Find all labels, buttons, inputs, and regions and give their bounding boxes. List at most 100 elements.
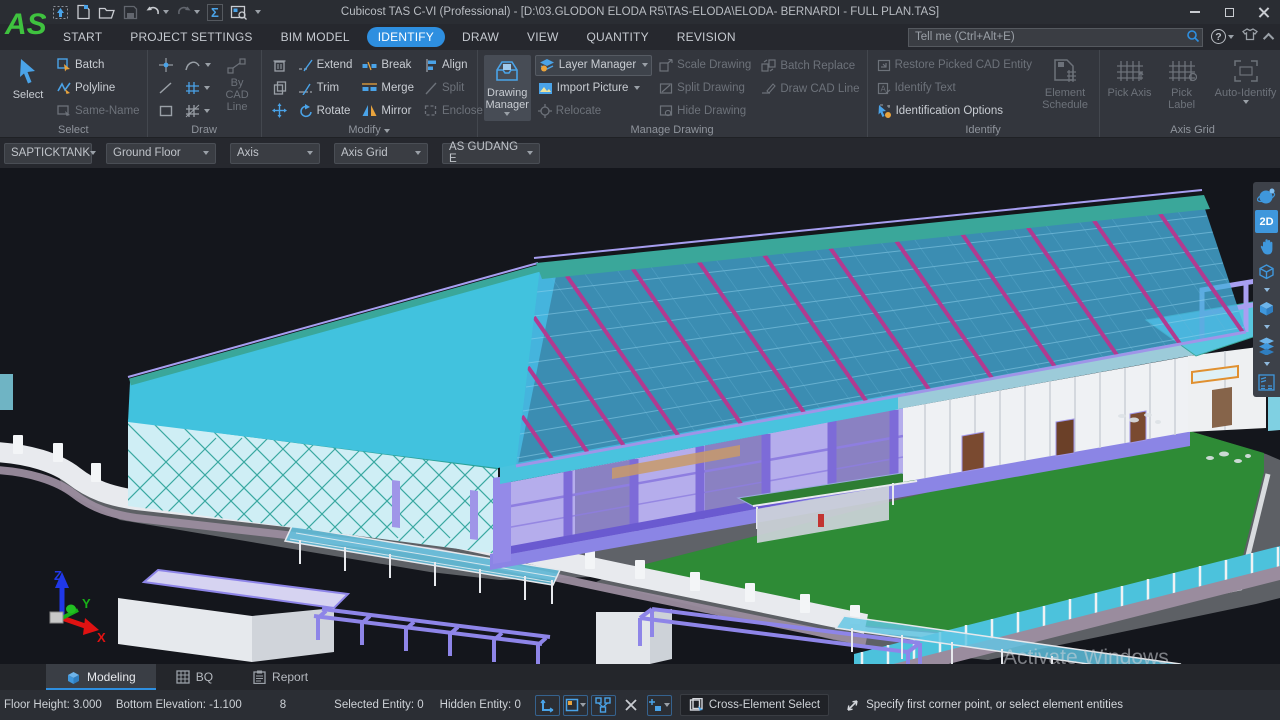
relocate-button[interactable]: Relocate	[535, 100, 652, 121]
tab-identify[interactable]: IDENTIFY	[367, 27, 445, 47]
ortho-icon[interactable]	[563, 695, 588, 716]
pan-hand-icon[interactable]	[1255, 235, 1278, 258]
orbit-icon[interactable]	[1255, 185, 1278, 208]
mirror-button[interactable]: Mirror	[359, 100, 417, 121]
tab-modeling[interactable]: Modeling	[46, 664, 156, 690]
wireframe-cube-icon[interactable]	[1255, 260, 1278, 283]
dropdown-axis-name[interactable]: AS GUDANG E	[442, 143, 540, 164]
batch-replace-button[interactable]: Batch Replace	[758, 55, 862, 76]
identify-text-button[interactable]: A Identify Text	[874, 78, 1032, 99]
tab-bim-model[interactable]: BIM MODEL	[270, 27, 361, 47]
collapse-ribbon-icon[interactable]	[1263, 32, 1274, 43]
draw-arc-icon[interactable]	[182, 55, 214, 76]
help-button[interactable]: ?	[1211, 29, 1234, 44]
redo-icon[interactable]	[176, 5, 200, 19]
tab-bq[interactable]: BQ	[156, 664, 233, 690]
workspace-tabs: Modeling BQ Report	[0, 664, 1280, 690]
grid-cube-icon[interactable]	[1255, 371, 1278, 394]
tab-draw[interactable]: DRAW	[451, 27, 510, 47]
close-icon[interactable]	[619, 695, 644, 716]
chevron-down-icon[interactable]	[1255, 322, 1278, 332]
ribbon-group-draw: By CAD Line Draw	[148, 50, 262, 137]
quick-access-toolbar: Σ	[52, 2, 261, 22]
ribbon-group-manage-drawing: Drawing Manager Layer Manager Import Pic…	[478, 50, 868, 137]
more-icon[interactable]	[255, 10, 261, 14]
open-folder-icon[interactable]	[98, 5, 116, 20]
draw-point-icon[interactable]	[154, 55, 178, 76]
draw-rect-icon[interactable]	[154, 100, 178, 121]
identification-options-button[interactable]: Identification Options	[874, 100, 1032, 121]
same-name-button[interactable]: Same-Name	[54, 100, 143, 121]
dropdown-floor[interactable]: Ground Floor	[106, 143, 216, 164]
cross-element-select-button[interactable]: Cross-Element Select	[680, 694, 829, 716]
tab-project-settings[interactable]: PROJECT SETTINGS	[119, 27, 263, 47]
tab-start[interactable]: START	[52, 27, 113, 47]
extend-button[interactable]: Extend	[296, 55, 356, 76]
pick-axis-button[interactable]: Pick Axis	[1106, 55, 1154, 121]
solid-cube-icon[interactable]	[1255, 297, 1278, 320]
close-button[interactable]	[1246, 0, 1280, 24]
trim-button[interactable]: Trim	[296, 78, 356, 99]
search-icon[interactable]	[1186, 29, 1200, 48]
split-button[interactable]: Split	[421, 78, 486, 99]
draw-line-icon[interactable]	[154, 78, 178, 99]
drawing-manager-button[interactable]: Drawing Manager	[484, 55, 531, 121]
scale-drawing-button[interactable]: Scale Drawing	[656, 55, 754, 76]
dropdown-septic-tank[interactable]: SAPTICKTANK	[4, 143, 92, 164]
align-button[interactable]: Align	[421, 55, 486, 76]
tell-me-search[interactable]	[908, 27, 1203, 46]
app-logo[interactable]: AS	[2, 2, 46, 48]
hatched-wall-frame-2	[470, 490, 478, 540]
save-icon[interactable]	[123, 5, 138, 20]
dropdown-element[interactable]: Axis Grid	[334, 143, 428, 164]
hide-drawing-button[interactable]: Hide Drawing	[656, 100, 754, 121]
layers-icon[interactable]	[1255, 334, 1278, 357]
auto-identify-button[interactable]: Auto-Identify	[1210, 55, 1280, 121]
locate-drawing-icon[interactable]	[230, 4, 248, 20]
undo-icon[interactable]	[145, 5, 169, 19]
move-icon[interactable]	[268, 100, 292, 121]
viewport-3d[interactable]: Z X Y 2D	[0, 168, 1280, 664]
publish-icon[interactable]	[52, 4, 69, 21]
tab-quantity[interactable]: QUANTITY	[576, 27, 660, 47]
snap-node-icon[interactable]	[591, 695, 616, 716]
draw-axis-grid-icon[interactable]	[182, 78, 214, 99]
layer-manager-button[interactable]: Layer Manager	[535, 55, 652, 76]
copy-icon[interactable]	[268, 78, 292, 99]
import-picture-button[interactable]: Import Picture	[535, 78, 652, 99]
draw-cad-line-button[interactable]: Draw CAD Line	[758, 78, 862, 99]
enclose-button[interactable]: Enclose	[421, 100, 486, 121]
chevron-down-icon[interactable]	[1255, 359, 1278, 369]
merge-button[interactable]: Merge	[359, 78, 417, 99]
point-snap-icon[interactable]	[647, 695, 672, 716]
theme-icon[interactable]	[1242, 27, 1258, 46]
search-input[interactable]	[908, 28, 1203, 47]
app-logo-text: AS	[4, 8, 46, 41]
element-schedule-button[interactable]: Element Schedule	[1036, 55, 1095, 121]
split-drawing-button[interactable]: Split Drawing	[656, 78, 754, 99]
break-button[interactable]: Break	[359, 55, 417, 76]
pick-label-button[interactable]: Pick Label	[1158, 55, 1206, 121]
polyline-button[interactable]: Polyline	[54, 78, 143, 99]
ucs-icon[interactable]	[535, 695, 560, 716]
tab-revision[interactable]: REVISION	[666, 27, 747, 47]
chevron-down-icon[interactable]	[1255, 285, 1278, 295]
select-button[interactable]: Select	[6, 55, 50, 121]
corner-column	[493, 475, 511, 564]
delete-icon[interactable]	[268, 55, 292, 76]
minimize-button[interactable]	[1178, 0, 1212, 24]
annex-door	[1212, 387, 1232, 428]
maximize-button[interactable]	[1212, 0, 1246, 24]
modify-group-label[interactable]: Modify	[262, 124, 477, 136]
tab-report[interactable]: Report	[233, 664, 328, 690]
dropdown-element-type[interactable]: Axis	[230, 143, 320, 164]
sum-icon[interactable]: Σ	[207, 4, 223, 21]
restore-picked-cad-entity-button[interactable]: Restore Picked CAD Entity	[874, 55, 1032, 76]
tab-view[interactable]: VIEW	[516, 27, 569, 47]
by-cad-line-button[interactable]: By CAD Line	[218, 55, 257, 121]
new-file-icon[interactable]	[76, 4, 91, 20]
mode-2d-button[interactable]: 2D	[1255, 210, 1278, 233]
rotate-button[interactable]: Rotate	[296, 100, 356, 121]
batch-button[interactable]: Batch	[54, 55, 143, 76]
draw-grid2-icon[interactable]	[182, 100, 214, 121]
